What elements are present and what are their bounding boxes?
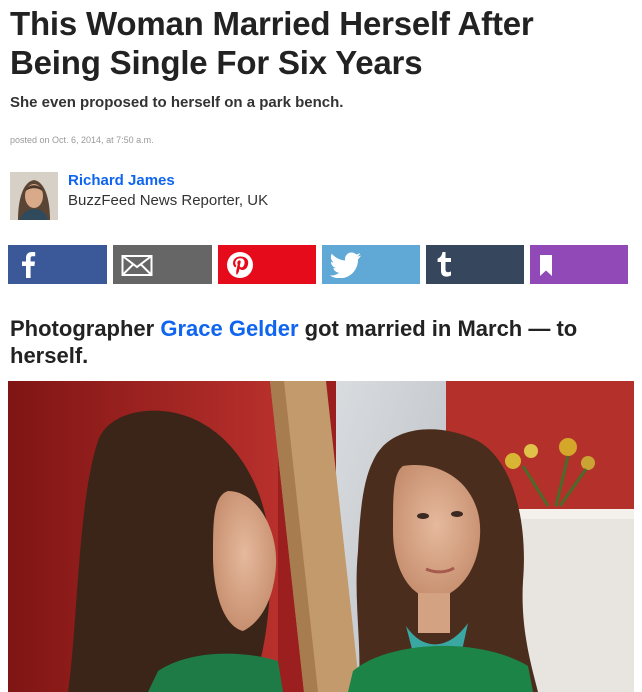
grace-gelder-link[interactable]: Grace Gelder [160,316,298,341]
article-photo [8,381,634,692]
tumblr-icon [437,252,451,277]
pinterest-icon [227,252,253,278]
share-tumblr-button[interactable] [426,245,524,284]
bookmark-icon [540,255,552,276]
share-twitter-button[interactable] [322,245,420,284]
author-name-link[interactable]: Richard James [68,172,175,189]
article-headline: This Woman Married Herself After Being S… [10,5,534,81]
posted-timestamp: posted on Oct. 6, 2014, at 7:50 a.m. [10,135,154,145]
share-facebook-button[interactable] [8,245,107,284]
share-pinterest-button[interactable] [218,245,316,284]
article-dek: She even proposed to herself on a park b… [10,94,344,111]
author-title: BuzzFeed News Reporter, UK [68,192,269,209]
section-heading: Photographer Grace Gelder got married in… [10,315,630,369]
email-icon [121,255,153,276]
share-bar [8,245,628,284]
twitter-icon [330,252,361,278]
author-avatar[interactable] [10,172,58,220]
section-heading-prefix: Photographer [10,316,161,341]
facebook-icon [22,252,36,278]
author-byline: Richard James BuzzFeed News Reporter, UK [10,172,410,222]
share-bookmark-button[interactable] [530,245,628,284]
share-email-button[interactable] [113,245,212,284]
